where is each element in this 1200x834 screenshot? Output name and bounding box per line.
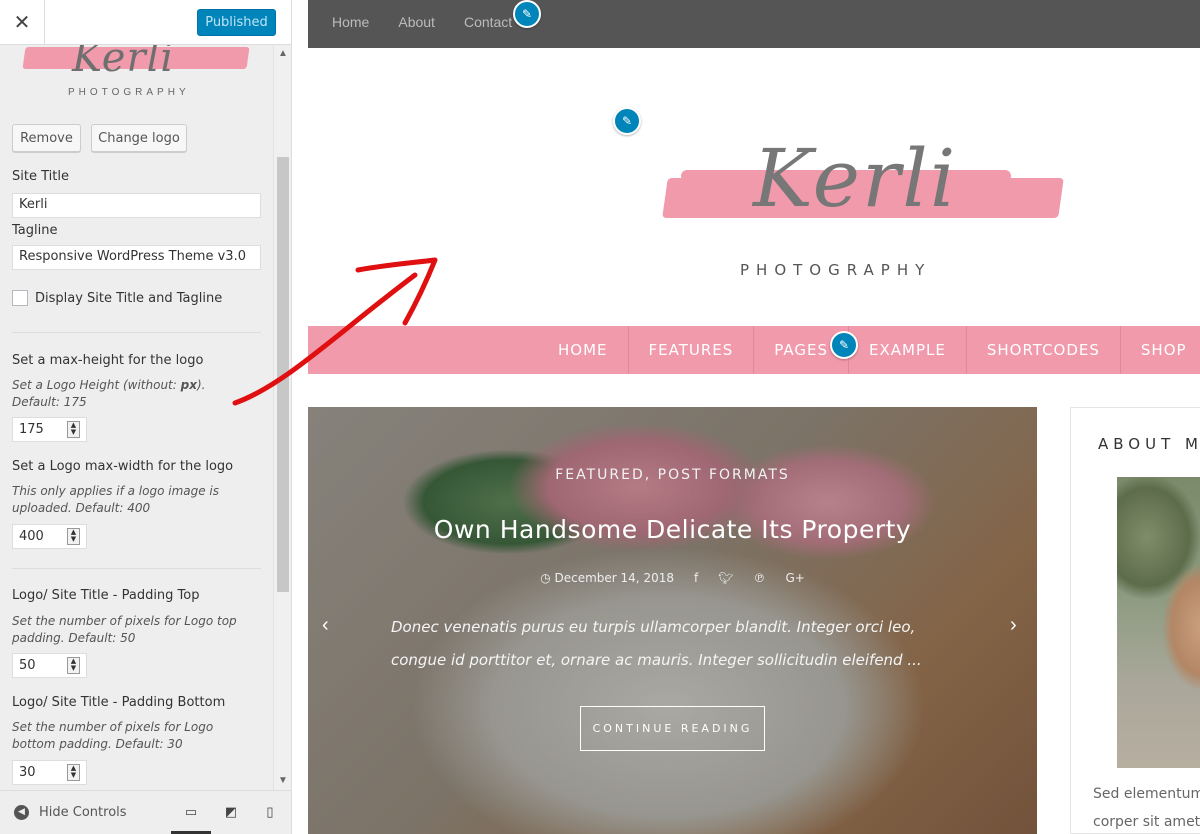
slide-categories[interactable]: FEATURED, POST FORMATS [308,467,1037,483]
display-title-checkbox[interactable] [12,290,28,306]
logo-preview-image: Kerli PHOTOGRAPHY [20,45,255,107]
top-bar: Home About Contact [308,0,1200,48]
customizer-footer: ◀ Hide Controls ▭ ◩ ▯ [0,790,291,834]
display-title-label: Display Site Title and Tagline [35,291,223,306]
top-menu-item-about[interactable]: About [398,14,435,30]
slide-title[interactable]: Own Handsome Delicate Its Property [308,515,1037,544]
site-title-label: Site Title [12,169,69,184]
max-height-input[interactable]: 175 ▲ ▼ [12,417,87,442]
edit-nav-pencil-icon[interactable]: ✎ [830,331,858,359]
continue-reading-button[interactable]: CONTINUE READING [580,706,765,751]
slider-next-icon[interactable]: › [1010,614,1017,637]
site-preview: Home About Contact ✎ ✎ Kerli PHOTOGRAPHY… [308,0,1200,834]
slide-date: ◷ December 14, 2018 [540,571,674,585]
widget-title: ABOUT M [1098,435,1200,453]
logo-script-text: Kerli [753,132,958,225]
max-width-description: This only applies if a logo image is upl… [12,484,220,515]
slide-excerpt: Donec venenatis purus eu turpis ullamcor… [391,618,922,669]
close-icon: ✕ [13,12,31,34]
spinner-icon[interactable]: ▲ ▼ [67,528,80,545]
max-height-description: Set a Logo Height (without: px). Default… [12,378,206,409]
close-customizer-button[interactable]: ✕ [0,0,45,45]
site-title-input[interactable]: Kerli [12,193,261,218]
padding-top-label: Logo/ Site Title - Padding Top [12,588,200,603]
max-width-input[interactable]: 400 ▲ ▼ [12,524,87,549]
nav-item-example[interactable]: EXAMPLE [848,326,966,374]
top-menu-item-home[interactable]: Home [332,14,369,30]
section-divider [12,332,261,333]
customizer-sidebar: ✕ Published Kerli PHOTOGRAPHY Remove Cha… [0,0,292,834]
tablet-preview-icon[interactable]: ◩ [223,804,239,820]
spinner-icon[interactable]: ▲ ▼ [67,764,80,781]
padding-bottom-input[interactable]: 30 ▲ ▼ [12,760,87,785]
nav-item-features[interactable]: FEATURES [627,326,754,374]
hide-controls-button[interactable]: ◀ Hide Controls [14,805,127,820]
tagline-label: Tagline [12,223,58,238]
google-plus-icon[interactable]: G+ [785,571,804,585]
slide-meta: ◷ December 14, 2018 f 🐦︎ ℗ G+ [308,571,1037,585]
desktop-preview-icon[interactable]: ▭ [171,804,211,834]
nav-item-shortcodes[interactable]: SHORTCODES [965,326,1120,374]
padding-top-input[interactable]: 50 ▲ ▼ [12,653,87,678]
site-logo[interactable]: Kerli PHOTOGRAPHY [662,132,1064,290]
scroll-up-icon[interactable]: ▲ [274,47,291,61]
sidebar-scrollbar[interactable]: ▲ ▼ [273,45,291,790]
edit-logo-pencil-icon[interactable]: ✎ [613,107,641,135]
top-menu: Home About Contact [332,14,512,30]
nav-item-home[interactable]: HOME [538,326,628,374]
logo-script-text: Kerli [72,45,175,81]
hide-controls-label: Hide Controls [39,805,127,820]
customizer-header: ✕ Published [0,0,291,45]
padding-bottom-description: Set the number of pixels for Logo bottom… [12,720,214,751]
pinterest-icon[interactable]: ℗ [753,571,765,585]
facebook-icon[interactable]: f [694,571,698,585]
slider-prev-icon[interactable]: ‹ [322,614,329,637]
widget-text: Sed elementum corper sit amet [1093,786,1200,830]
max-width-label: Set a Logo max-width for the logo [12,459,234,474]
collapse-icon: ◀ [14,805,29,820]
top-menu-item-contact[interactable]: Contact [464,14,512,30]
padding-bottom-label: Logo/ Site Title - Padding Bottom [12,695,226,710]
change-logo-button[interactable]: Change logo [91,124,187,152]
scroll-down-icon[interactable]: ▼ [274,774,291,788]
logo-subtext: PHOTOGRAPHY [68,87,190,98]
mobile-preview-icon[interactable]: ▯ [262,804,278,820]
remove-logo-button[interactable]: Remove [12,124,81,152]
tagline-input[interactable]: Responsive WordPress Theme v3.0 [12,245,261,270]
spinner-icon[interactable]: ▲ ▼ [67,421,80,438]
nav-item-shop[interactable]: SHOP [1119,326,1200,374]
published-button[interactable]: Published [197,9,276,36]
max-height-label: Set a max-height for the logo [12,353,204,368]
section-divider [12,568,261,569]
padding-top-description: Set the number of pixels for Logo top pa… [12,614,237,645]
annotation-arrow [232,257,438,406]
clock-icon: ◷ [540,571,551,585]
about-photo [1117,477,1200,768]
about-widget: ABOUT M Sed elementum corper sit amet [1070,407,1200,834]
customizer-controls: Kerli PHOTOGRAPHY Remove Change logo Sit… [0,45,272,790]
twitter-icon[interactable]: 🐦︎ [718,571,733,585]
spinner-icon[interactable]: ▲ ▼ [67,657,80,674]
logo-subtext: PHOTOGRAPHY [740,261,932,279]
edit-menu-pencil-icon[interactable]: ✎ [513,0,541,28]
featured-slider: FEATURED, POST FORMATS Own Handsome Deli… [308,407,1037,834]
